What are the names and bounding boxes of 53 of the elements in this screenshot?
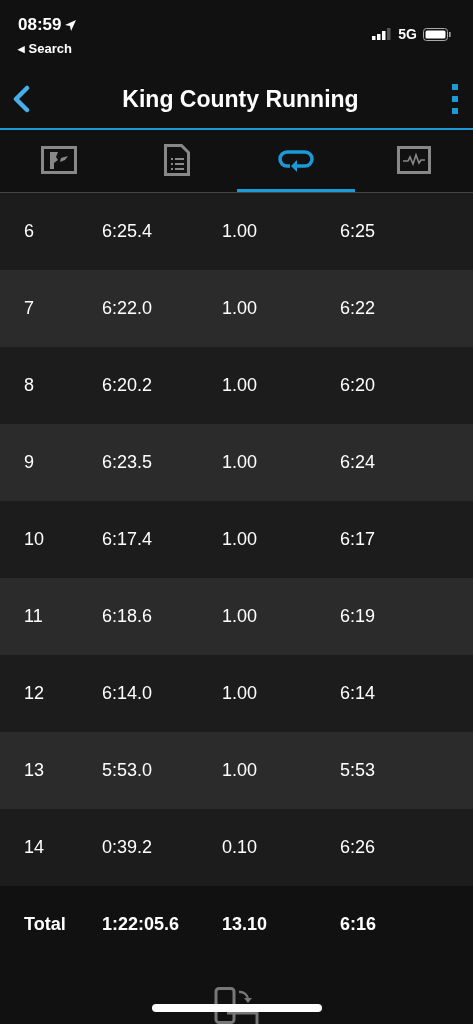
activity-chart-icon — [396, 145, 431, 174]
lap-pace: 5:53 — [340, 760, 377, 781]
location-arrow-icon — [65, 19, 77, 31]
total-label: Total — [24, 914, 67, 935]
screen-title: King County Running — [122, 85, 359, 113]
lap-pace: 6:24 — [340, 452, 377, 473]
lap-pace: 6:22 — [340, 298, 377, 319]
lap-number: 7 — [24, 298, 35, 319]
signal-icon — [372, 28, 393, 40]
rotate-device-icon[interactable] — [212, 987, 261, 1024]
lap-number: 10 — [24, 529, 46, 550]
lap-time: 6:17.4 — [102, 529, 154, 550]
lap-distance: 1.00 — [222, 606, 259, 627]
total-pace: 6:16 — [340, 914, 378, 935]
lap-distance: 0.10 — [222, 837, 259, 858]
status-time: 08:59 — [18, 15, 62, 35]
back-icon[interactable] — [12, 85, 30, 113]
more-menu-icon[interactable] — [451, 84, 459, 114]
total-time: 1:22:05.6 — [102, 914, 181, 935]
network-label: 5G — [398, 26, 417, 42]
lap-distance: 1.00 — [222, 760, 259, 781]
lap-distance: 1.00 — [222, 298, 259, 319]
lap-time: 6:20.2 — [102, 375, 154, 396]
lap-time: 0:39.2 — [102, 837, 154, 858]
lap-pace: 6:14 — [340, 683, 377, 704]
lap-time: 5:53.0 — [102, 760, 154, 781]
lap-time: 6:18.6 — [102, 606, 154, 627]
lap-time: 6:25.4 — [102, 221, 154, 242]
lap-number: 14 — [24, 837, 46, 858]
lap-time: 6:23.5 — [102, 452, 154, 473]
lap-pace: 6:19 — [340, 606, 377, 627]
lap-time: 6:22.0 — [102, 298, 154, 319]
lap-distance: 1.00 — [222, 683, 259, 704]
map-icon — [41, 145, 78, 174]
lap-number: 13 — [24, 760, 46, 781]
lap-distance: 1.00 — [222, 452, 259, 473]
lap-distance: 1.00 — [222, 375, 259, 396]
battery-icon — [423, 27, 451, 41]
total-distance: 13.10 — [222, 914, 269, 935]
back-to-search-link[interactable]: ◂ Search — [18, 41, 77, 56]
lap-pace: 6:26 — [340, 837, 377, 858]
lap-distance: 1.00 — [222, 221, 259, 242]
lap-time: 6:14.0 — [102, 683, 154, 704]
lap-pace: 6:25 — [340, 221, 377, 242]
lap-number: 11 — [24, 606, 44, 627]
lap-number: 9 — [24, 452, 35, 473]
lap-number: 6 — [24, 221, 35, 242]
document-icon — [164, 143, 191, 176]
lap-pace: 6:20 — [340, 375, 377, 396]
lap-number: 12 — [24, 683, 46, 704]
lap-number: 8 — [24, 375, 35, 396]
lap-pace: 6:17 — [340, 529, 377, 550]
lap-distance: 1.00 — [222, 529, 259, 550]
